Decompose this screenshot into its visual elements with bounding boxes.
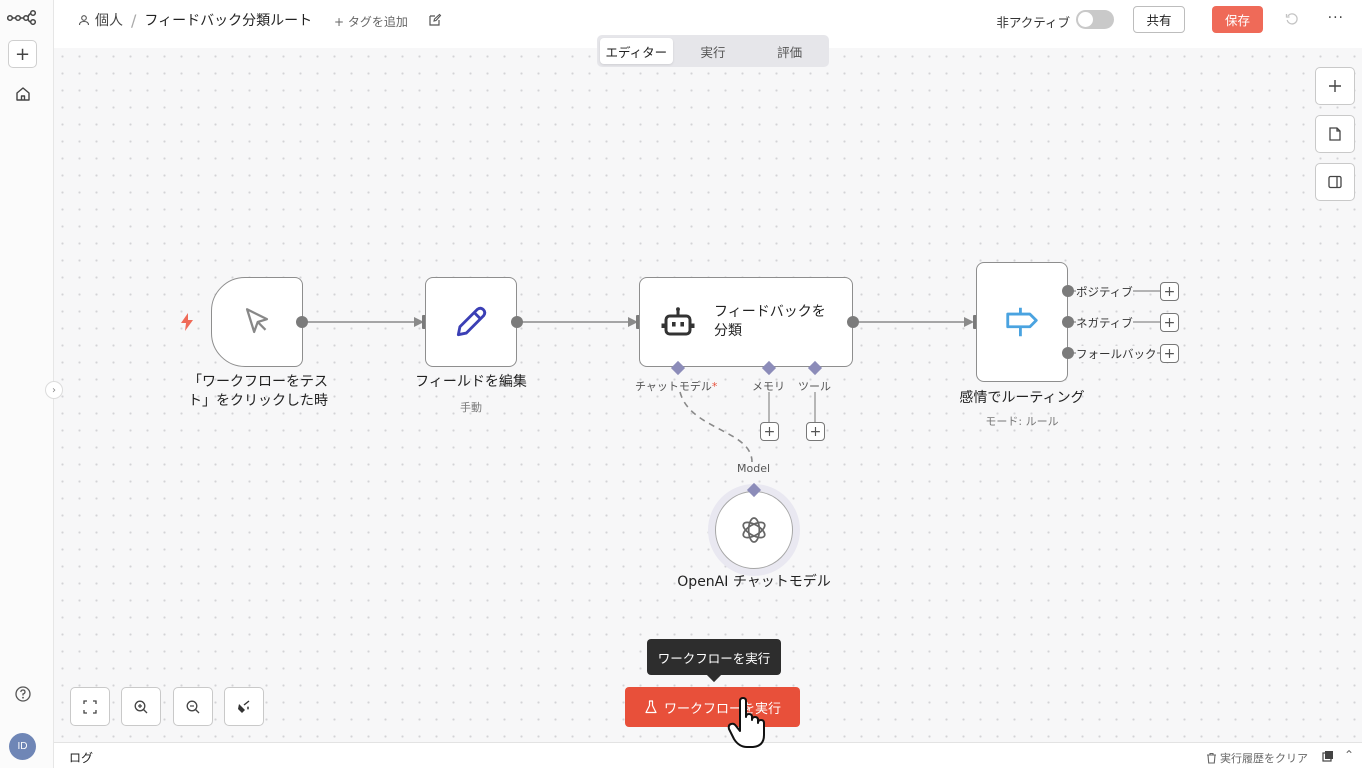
pen-icon <box>456 306 487 337</box>
edit-description-icon[interactable] <box>428 13 442 27</box>
router-output-positive-handle[interactable] <box>1062 285 1074 297</box>
fit-view-button[interactable] <box>70 687 110 726</box>
activate-toggle[interactable] <box>1076 10 1114 29</box>
share-button[interactable]: 共有 <box>1133 6 1185 33</box>
classifier-label: フィードバックを 分類 <box>714 303 826 341</box>
add-fallback-branch-button[interactable]: + <box>1160 344 1179 363</box>
edit-fields-label: フィールドを編集 <box>415 374 527 390</box>
router-label: 感情でルーティング <box>959 390 1085 406</box>
tab-editor[interactable]: エディター <box>600 38 673 64</box>
add-memory-button[interactable]: + <box>760 422 779 441</box>
breadcrumb-project[interactable]: 個人 <box>95 10 123 30</box>
tool-port-label: ツール <box>798 380 831 393</box>
breadcrumb-separator: / <box>131 10 137 30</box>
history-icon[interactable] <box>1285 12 1299 26</box>
edit-fields-sub: 手動 <box>460 401 482 414</box>
router-node[interactable] <box>976 262 1068 382</box>
router-output-fallback-handle[interactable] <box>1062 347 1074 359</box>
person-icon <box>78 15 90 26</box>
top-header: 個人 / フィードバック分類ルート + タグを追加 非アクティブ 共有 保存 ·… <box>54 0 1362 40</box>
add-node-button[interactable] <box>1315 67 1355 105</box>
trigger-label-line1: 「ワークフローをテス <box>188 374 328 390</box>
openai-node-label: OpenAI チャットモデル <box>677 574 831 590</box>
side-panel-icon <box>1328 175 1342 189</box>
trash-icon <box>1207 752 1216 764</box>
classifier-label-line2: 分類 <box>714 323 742 339</box>
clear-history-label: 実行履歴をクリア <box>1220 752 1308 765</box>
add-negative-branch-button[interactable]: + <box>1160 313 1179 332</box>
log-panel-bar[interactable]: ログ 実行履歴をクリア ⌃ <box>54 742 1362 768</box>
openai-icon <box>742 517 766 543</box>
run-workflow-button[interactable]: ワークフローを実行 <box>625 687 800 727</box>
router-output-negative-label: ネガティブ <box>1076 315 1133 331</box>
toggle-panel-button[interactable] <box>1315 163 1355 201</box>
add-tag-button[interactable]: + タグを追加 <box>334 13 408 30</box>
chat-model-port-text: チャットモデル <box>635 380 712 393</box>
tab-evaluations[interactable]: 評価 <box>753 38 826 64</box>
zoom-out-icon <box>186 700 200 713</box>
zoom-in-icon <box>134 700 148 713</box>
openai-model-port-label: Model <box>737 462 771 475</box>
fit-view-icon <box>83 699 97 714</box>
add-positive-branch-button[interactable]: + <box>1160 282 1179 301</box>
user-avatar[interactable]: ID <box>9 733 36 760</box>
breadcrumb: 個人 / フィードバック分類ルート <box>78 10 312 30</box>
bolt-icon <box>181 313 193 331</box>
clear-execution-history-button[interactable]: 実行履歴をクリア <box>1206 750 1308 766</box>
plus-icon <box>1329 80 1341 92</box>
router-sub: モード: ルール <box>985 415 1059 428</box>
cursor-pointer-icon <box>245 308 269 334</box>
openai-chat-model-node[interactable] <box>708 484 800 576</box>
tidy-up-button[interactable] <box>224 687 264 726</box>
edit-fields-output-handle[interactable] <box>511 316 523 328</box>
workflow-editor: 「ワークフローをテス ト」をクリックした時 フィールドを編集 手動 フィードバッ… <box>0 0 1362 768</box>
edit-fields-node[interactable] <box>425 277 517 367</box>
expand-sidebar-chevron-icon[interactable]: › <box>45 381 63 399</box>
chevron-up-icon[interactable]: ⌃ <box>1344 748 1354 762</box>
add-tool-button[interactable]: + <box>806 422 825 441</box>
pop-out-icon[interactable] <box>1322 750 1334 762</box>
log-title: ログ <box>69 751 94 765</box>
classifier-node[interactable]: フィードバックを 分類 <box>639 277 853 367</box>
zoom-out-button[interactable] <box>173 687 213 726</box>
home-icon[interactable] <box>14 85 32 103</box>
sticky-note-button[interactable] <box>1315 115 1355 153</box>
openai-node-body <box>715 491 793 569</box>
more-options-icon[interactable]: ··· <box>1328 10 1344 26</box>
active-status-label: 非アクティブ <box>996 15 1070 30</box>
run-workflow-tooltip: ワークフローを実行 <box>647 639 781 675</box>
trigger-node-label: 「ワークフローをテス ト」をクリックした時 <box>160 373 356 411</box>
signpost-icon <box>1006 307 1038 337</box>
n8n-logo-icon <box>7 9 37 25</box>
sticky-note-icon <box>1329 127 1341 141</box>
router-output-fallback-label: フォールバック <box>1076 346 1157 362</box>
tab-executions[interactable]: 実行 <box>677 38 750 64</box>
create-button[interactable]: + <box>8 40 37 68</box>
save-button[interactable]: 保存 <box>1212 6 1263 33</box>
required-mark: * <box>711 380 718 393</box>
trigger-label-line2: ト」をクリックした時 <box>188 393 328 409</box>
help-icon[interactable] <box>14 685 32 703</box>
router-output-negative-handle[interactable] <box>1062 316 1074 328</box>
chat-model-port-label: チャットモデル* <box>635 378 717 394</box>
classifier-output-handle[interactable] <box>847 316 859 328</box>
zoom-in-button[interactable] <box>121 687 161 726</box>
trigger-output-handle[interactable] <box>296 316 308 328</box>
view-tabs: エディター 実行 評価 <box>597 35 829 67</box>
trigger-node[interactable] <box>211 277 303 367</box>
flask-icon <box>645 700 657 714</box>
hand-cursor-icon <box>727 697 765 748</box>
memory-port-label: メモリ <box>752 380 785 393</box>
workflow-name[interactable]: フィードバック分類ルート <box>144 10 312 30</box>
router-output-positive-label: ポジティブ <box>1076 284 1133 300</box>
classifier-label-line1: フィードバックを <box>714 304 826 320</box>
broom-icon <box>238 699 250 713</box>
robot-icon <box>661 307 695 336</box>
